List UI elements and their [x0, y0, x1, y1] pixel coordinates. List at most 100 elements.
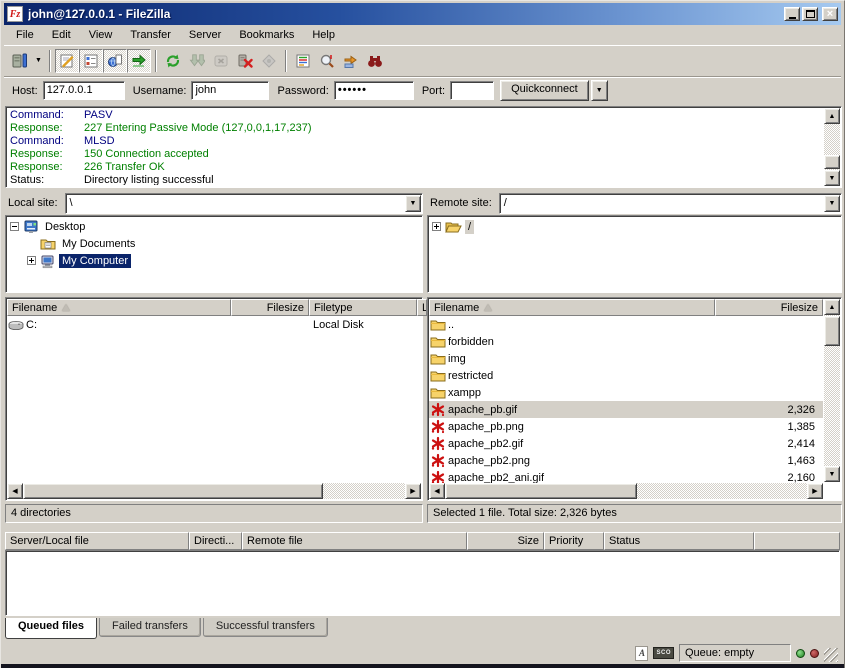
remote-file-row[interactable]: apache_pb.png 1,385 [429, 418, 823, 435]
remote-site-bar: Remote site: / ▼ [427, 192, 842, 214]
site-manager-dropdown[interactable]: ▼ [32, 49, 45, 73]
tree-item-desktop[interactable]: Desktop [6, 218, 422, 235]
cancel-operation-button[interactable] [209, 49, 233, 73]
refresh-button[interactable] [161, 49, 185, 73]
scroll-up-icon[interactable]: ▲ [824, 108, 840, 124]
file-type: Local Disk [308, 319, 416, 331]
menu-help[interactable]: Help [303, 27, 344, 43]
menu-server[interactable]: Server [180, 27, 230, 43]
quickconnect-button[interactable]: Quickconnect [500, 80, 589, 101]
quickconnect-dropdown[interactable]: ▼ [591, 80, 608, 101]
menu-edit[interactable]: Edit [43, 27, 80, 43]
remote-folder-row[interactable]: xampp [429, 384, 823, 401]
reconnect-button[interactable] [257, 49, 281, 73]
column-header-server-local-file[interactable]: Server/Local file [5, 532, 189, 550]
scroll-left-icon[interactable]: ◀ [7, 483, 23, 499]
queue-body[interactable] [5, 550, 840, 616]
column-header-filename[interactable]: Filename [7, 299, 231, 316]
minimize-button[interactable] [784, 7, 800, 21]
disconnect-button[interactable] [233, 49, 257, 73]
port-label: Port: [422, 85, 445, 97]
combo-dropdown-icon[interactable]: ▼ [824, 195, 840, 212]
local-tree[interactable]: Desktop My Documents My Computer [5, 215, 423, 293]
synchronized-browsing-button[interactable] [339, 49, 363, 73]
local-site-combobox[interactable]: \ ▼ [65, 193, 423, 214]
remote-folder-row[interactable]: img [429, 350, 823, 367]
close-button[interactable]: × [822, 7, 838, 21]
username-input[interactable]: john [191, 81, 269, 100]
column-header-priority[interactable]: Priority [544, 532, 604, 550]
title-bar[interactable]: Fz john@127.0.0.1 - FileZilla × [4, 3, 841, 25]
toggle-remote-tree-button[interactable] [103, 49, 127, 73]
find-files-button[interactable] [363, 49, 387, 73]
remote-folder-row[interactable]: .. [429, 316, 823, 333]
column-header-remote-file[interactable]: Remote file [242, 532, 467, 550]
local-file-row[interactable]: C: Local Disk [7, 316, 421, 333]
remote-folder-row[interactable]: forbidden [429, 333, 823, 350]
password-input[interactable]: •••••• [334, 81, 414, 100]
column-header-size[interactable]: Size [467, 532, 544, 550]
scroll-right-icon[interactable]: ▶ [405, 483, 421, 499]
directory-filters-button[interactable] [291, 49, 315, 73]
scroll-right-icon[interactable]: ▶ [807, 483, 823, 499]
expand-icon[interactable] [432, 222, 441, 231]
maximize-button[interactable] [802, 7, 818, 21]
remote-file-row-selected[interactable]: apache_pb.gif 2,326 [429, 401, 823, 418]
queue-tabs: Queued files Failed transfers Successful… [5, 618, 328, 639]
directory-comparison-button[interactable] [315, 49, 339, 73]
log-scrollbar[interactable]: ▲ ▼ [824, 108, 840, 186]
port-input[interactable] [450, 81, 494, 100]
tab-failed-transfers[interactable]: Failed transfers [99, 618, 201, 637]
column-header-filename[interactable]: Filename [429, 299, 715, 316]
tree-item-my-computer[interactable]: My Computer [23, 252, 422, 269]
column-header-status[interactable]: Status [604, 532, 754, 550]
local-hscrollbar[interactable]: ◀ ▶ [7, 483, 421, 499]
toggle-transfer-queue-button[interactable] [127, 49, 151, 73]
site-manager-button[interactable] [8, 49, 32, 73]
column-header-filesize[interactable]: Filesize [231, 299, 309, 316]
image-file-icon [430, 453, 446, 469]
tab-queued-files[interactable]: Queued files [5, 618, 97, 639]
menu-view[interactable]: View [80, 27, 122, 43]
resize-grip[interactable] [824, 648, 838, 662]
remote-hscrollbar[interactable]: ◀ ▶ [429, 483, 823, 499]
host-input[interactable]: 127.0.0.1 [43, 81, 125, 100]
column-header-lastmodified[interactable]: L [417, 299, 427, 316]
remote-folder-row[interactable]: restricted [429, 367, 823, 384]
toggle-local-tree-button[interactable] [79, 49, 103, 73]
message-log[interactable]: Command:PASV Response:227 Entering Passi… [5, 106, 842, 188]
menu-transfer[interactable]: Transfer [121, 27, 180, 43]
scroll-left-icon[interactable]: ◀ [429, 483, 445, 499]
combo-dropdown-icon[interactable]: ▼ [405, 195, 421, 212]
remote-vscrollbar[interactable]: ▲ ▼ [824, 299, 840, 482]
log-line-label: Command: [8, 135, 84, 148]
scroll-up-icon[interactable]: ▲ [824, 299, 840, 315]
log-scroll-thumb[interactable] [824, 155, 840, 169]
column-header-filesize[interactable]: Filesize [715, 299, 823, 316]
column-header-direction[interactable]: Directi... [189, 532, 242, 550]
collapse-icon[interactable] [10, 222, 19, 231]
vscroll-thumb[interactable] [824, 316, 840, 346]
remote-file-row[interactable]: apache_pb2.gif 2,414 [429, 435, 823, 452]
tree-item-my-documents[interactable]: My Documents [23, 235, 422, 252]
menu-bookmarks[interactable]: Bookmarks [230, 27, 303, 43]
remote-tree[interactable]: / [427, 215, 842, 293]
remote-file-list: Filename Filesize .. forbidden img restr… [427, 297, 842, 501]
toggle-message-log-button[interactable] [55, 49, 79, 73]
hscroll-track[interactable] [637, 483, 807, 499]
remote-file-row[interactable]: apache_pb2.png 1,463 [429, 452, 823, 469]
hscroll-thumb[interactable] [445, 483, 637, 499]
hscroll-track[interactable] [323, 483, 405, 499]
tree-item-root[interactable]: / [428, 218, 841, 235]
tab-successful-transfers[interactable]: Successful transfers [203, 618, 328, 637]
file-name: apache_pb2.png [448, 455, 753, 467]
hscroll-thumb[interactable] [23, 483, 323, 499]
scroll-down-icon[interactable]: ▼ [824, 170, 840, 186]
expand-icon[interactable] [27, 256, 36, 265]
remote-site-combobox[interactable]: / ▼ [499, 193, 842, 214]
process-queue-button[interactable] [185, 49, 209, 73]
menu-file[interactable]: File [7, 27, 43, 43]
column-header-filetype[interactable]: Filetype [309, 299, 417, 316]
scroll-down-icon[interactable]: ▼ [824, 466, 840, 482]
folder-icon [430, 334, 446, 350]
